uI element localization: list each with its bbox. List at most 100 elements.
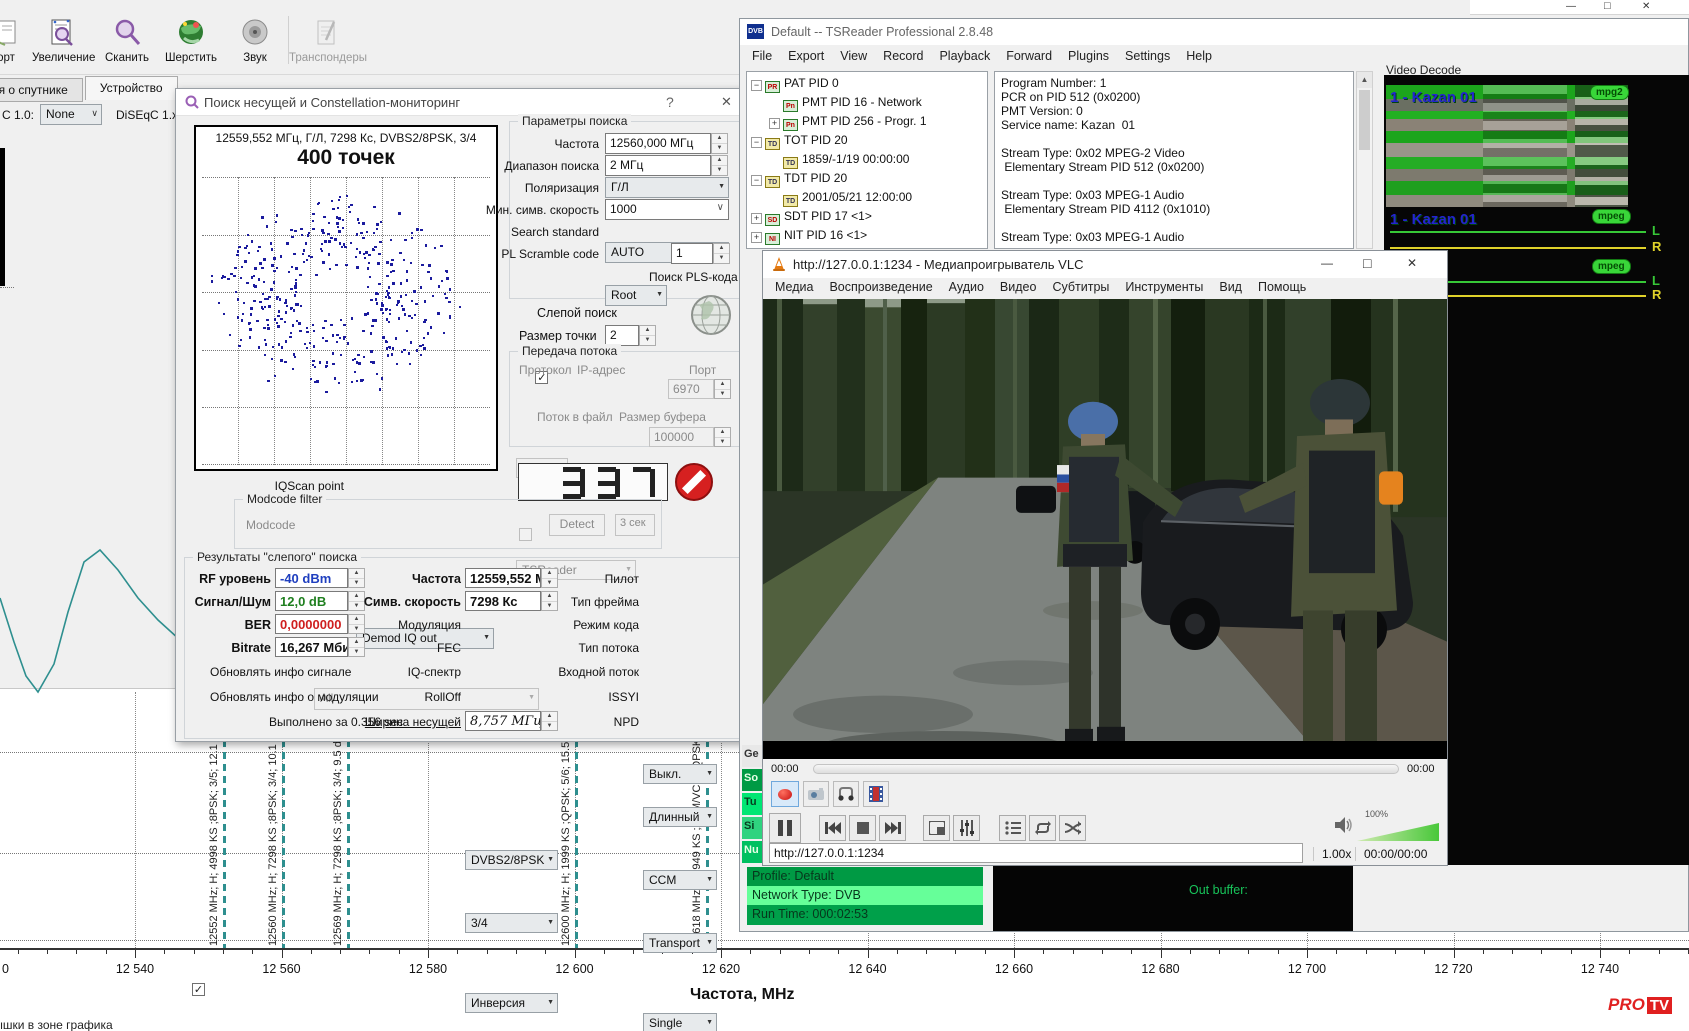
vlc-maximize-button[interactable]: □ (1363, 255, 1371, 271)
ab-loop-button[interactable] (833, 781, 859, 807)
polarization-select[interactable]: Г/Л (605, 177, 729, 198)
vlc-menu-4[interactable]: Субтитры (1044, 278, 1117, 299)
port-input[interactable]: 6970 (668, 379, 714, 399)
help-button[interactable]: ? (666, 94, 674, 110)
tsreader-scrollbar[interactable]: ▲ (1356, 71, 1373, 249)
snapshot-button[interactable] (803, 781, 829, 807)
ts-menu-help[interactable]: Help (1178, 47, 1220, 69)
tsreader-tree-panel[interactable]: −PRPAT PID 0 PnPMT PID 16 - Network +PnPMT… (746, 71, 988, 249)
loop-button[interactable] (1029, 815, 1056, 841)
symrate-spinner[interactable]: ▲▼ (541, 591, 558, 611)
dot-size-input[interactable]: 2 (605, 325, 639, 346)
ts-menu-forward[interactable]: Forward (998, 47, 1060, 69)
expand-icon[interactable]: + (751, 232, 762, 243)
speaker-icon[interactable] (1335, 817, 1353, 836)
result-freq-value[interactable]: 12559,552 МГц (465, 568, 541, 588)
collapse-icon[interactable]: − (751, 137, 762, 148)
record-button[interactable] (771, 781, 799, 807)
pl-scramble-select[interactable]: Root (605, 285, 667, 306)
ts-menu-playback[interactable]: Playback (931, 47, 998, 69)
tree-item-6[interactable]: TD2001/05/21 12:00:00 (769, 190, 912, 207)
minsym-combo[interactable]: 1000∨ (605, 199, 729, 220)
bg-close-button[interactable]: ✕ (1642, 1, 1650, 12)
expand-icon[interactable]: + (769, 118, 780, 129)
dot-size-spinner[interactable]: ▲▼ (639, 325, 656, 346)
ts-menu-record[interactable]: Record (875, 47, 931, 69)
toolbar-button-5[interactable]: Транспондеры (288, 16, 364, 64)
vlc-menu-7[interactable]: Помощь (1250, 278, 1314, 299)
tree-item-0[interactable]: −PRPAT PID 0 (751, 76, 839, 93)
stop-button[interactable] (849, 815, 876, 841)
close-button[interactable]: ✕ (721, 94, 732, 110)
freq-spinner[interactable]: ▲▼ (711, 133, 728, 154)
ts-menu-view[interactable]: View (832, 47, 875, 69)
tsreader-titlebar[interactable]: DVB Default -- TSReader Professional 2.8… (740, 19, 1688, 45)
buffer-spinner[interactable]: ▲▼ (714, 427, 731, 447)
vlc-menu-1[interactable]: Воспроизведение (821, 278, 940, 299)
pl-scramble-value[interactable]: 1 (671, 243, 713, 264)
pl-scramble-spinner[interactable]: ▲▼ (713, 243, 730, 264)
carrier-width-value[interactable]: 8,757 МГц (465, 711, 541, 731)
carrier-width-spinner[interactable]: ▲▼ (541, 711, 558, 731)
carrier-width-label[interactable]: Ширина несущей (361, 715, 461, 729)
bitrate-value[interactable]: 16,267 Мбит (275, 637, 348, 657)
rf-value[interactable]: -40 dBm (275, 568, 348, 588)
scroll-up-icon[interactable]: ▲ (1357, 72, 1372, 88)
tree-item-7[interactable]: +SDSDT PID 17 <1> (751, 209, 872, 226)
volume-slider[interactable] (1357, 823, 1439, 841)
result-freq-spinner[interactable]: ▲▼ (541, 568, 558, 588)
pause-button[interactable] (769, 813, 801, 843)
vlc-video-area[interactable] (763, 299, 1447, 759)
symrate-value[interactable]: 7298 Кс (465, 591, 541, 611)
rf-spinner[interactable]: ▲▼ (348, 568, 365, 588)
tsreader-info-panel[interactable]: Program Number: 1 PCR on PID 512 (0x0200… (994, 71, 1354, 249)
vlc-close-button[interactable]: ✕ (1407, 256, 1417, 270)
collapse-icon[interactable]: − (751, 80, 762, 91)
detect-button[interactable]: Detect (549, 514, 605, 536)
modulation-select[interactable]: DVBS2/8PSK (465, 850, 558, 870)
update-signal-checkbox[interactable]: ✓ (192, 983, 205, 996)
collapse-icon[interactable]: − (751, 175, 762, 186)
frame-button[interactable] (863, 781, 889, 807)
previous-button[interactable] (819, 815, 846, 841)
freq-input[interactable]: 12560,000 МГц (605, 133, 711, 154)
vlc-menu-0[interactable]: Медиа (767, 278, 821, 299)
ber-value[interactable]: 0,0000000 (275, 614, 348, 634)
toolbar-button-4[interactable]: Звук (224, 16, 286, 64)
snr-value[interactable]: 12,0 dB (275, 591, 348, 611)
vlc-menu-3[interactable]: Видео (992, 278, 1045, 299)
bg-maximize-button[interactable]: □ (1604, 0, 1611, 12)
range-input[interactable]: 2 МГц (605, 155, 711, 176)
stop-sign-icon[interactable] (675, 463, 713, 501)
playlist-button[interactable] (999, 815, 1026, 841)
detect-interval[interactable]: 3 сек (615, 514, 655, 536)
vlc-seekbar[interactable] (813, 764, 1399, 774)
range-spinner[interactable]: ▲▼ (711, 155, 728, 176)
ts-menu-export[interactable]: Export (780, 47, 832, 69)
tree-item-8[interactable]: +NINIT PID 16 <1> (751, 228, 867, 245)
next-button[interactable] (879, 815, 906, 841)
vlc-menu-2[interactable]: Аудио (941, 278, 992, 299)
vlc-rate[interactable]: 1.00x (1313, 847, 1351, 861)
expand-icon[interactable]: + (751, 213, 762, 224)
ts-menu-settings[interactable]: Settings (1117, 47, 1178, 69)
vlc-url-field[interactable]: http://127.0.0.1:1234 (769, 843, 1303, 863)
dialog-titlebar[interactable]: Поиск несущей и Constellation-мониторинг… (176, 89, 749, 116)
video-adjust-button[interactable] (923, 815, 950, 841)
ts-menu-file[interactable]: File (744, 47, 780, 69)
scroll-thumb[interactable] (1359, 90, 1370, 150)
buffer-input[interactable]: 100000 (649, 427, 714, 447)
shuffle-button[interactable] (1059, 815, 1086, 841)
tree-item-2[interactable]: +PnPMT PID 256 - Progr. 1 (769, 114, 927, 131)
ts-menu-plugins[interactable]: Plugins (1060, 47, 1117, 69)
constellation-plot[interactable] (202, 177, 490, 465)
vlc-menu-5[interactable]: Инструменты (1117, 278, 1211, 299)
vlc-titlebar[interactable]: http://127.0.0.1:1234 - Медиапроигрывате… (763, 251, 1447, 278)
port-spinner[interactable]: ▲▼ (714, 379, 731, 399)
tree-item-1[interactable]: PnPMT PID 16 - Network (769, 95, 922, 112)
equalizer-button[interactable] (953, 815, 980, 841)
vlc-menu-6[interactable]: Вид (1211, 278, 1250, 299)
tree-item-4[interactable]: TD1859/-1/19 00:00:00 (769, 152, 909, 169)
fec-select[interactable]: 3/4 (465, 913, 558, 933)
tree-item-3[interactable]: −TDTOT PID 20 (751, 133, 848, 150)
